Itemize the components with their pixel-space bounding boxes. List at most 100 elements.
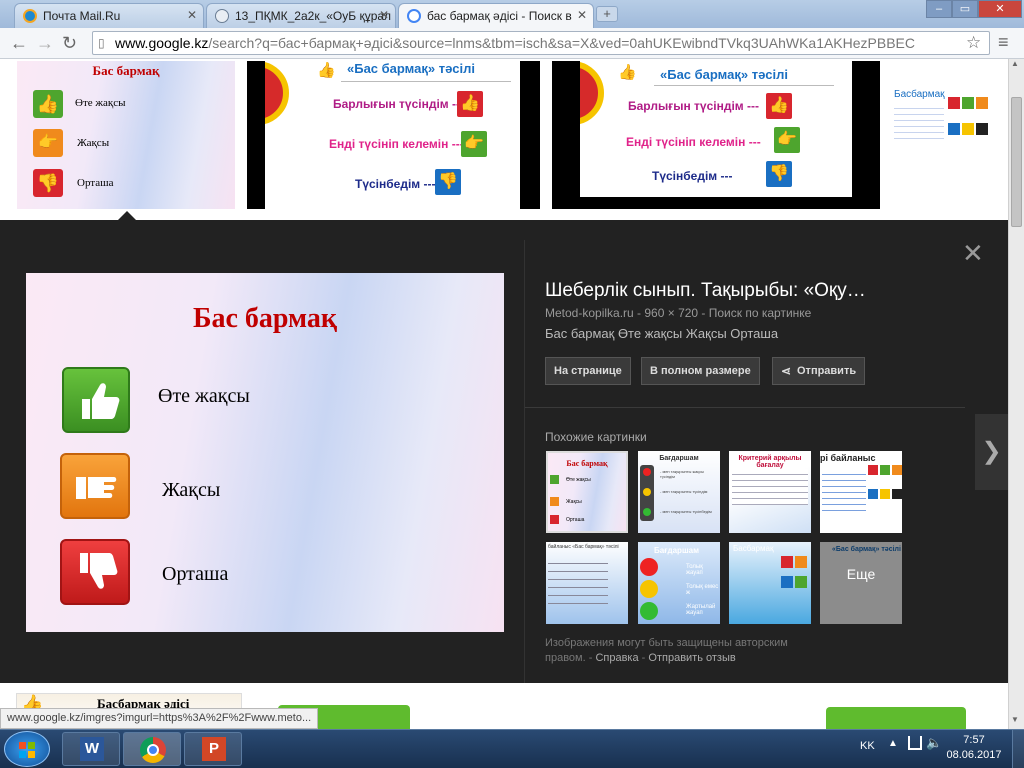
thumbs-up-icon	[62, 367, 130, 433]
thumb-title: Бас бармақ	[92, 63, 160, 78]
thumb-title: «Бас бармақ» тәсілі	[347, 61, 476, 76]
taskbar-chrome[interactable]	[123, 732, 181, 766]
thumbs-down-icon: 👎	[435, 169, 461, 195]
clock-date: 08.06.2017	[946, 749, 1002, 761]
result-thumbnail[interactable]	[826, 707, 966, 729]
thumb-row: Барлығын түсіндім ---	[628, 99, 759, 113]
tab-title: 13_ПҚМК_2а2к_«ОуБ құрал	[235, 9, 392, 23]
close-icon[interactable]: ✕	[379, 8, 389, 22]
status-bar-url: www.google.kz/imgres?imgurl=https%3A%2F%…	[0, 708, 319, 729]
new-tab-button[interactable]: +	[596, 6, 618, 22]
slide-title: Бас бармақ	[192, 303, 338, 334]
slide-item: Жақсы	[162, 479, 221, 501]
menu-icon[interactable]: ≡	[998, 32, 1009, 53]
result-thumbnail[interactable]: 👍 «Бас бармақ» тәсілі Барлығын түсіндім …	[552, 61, 880, 209]
scroll-up-icon[interactable]: ▲	[1011, 59, 1019, 68]
thumb-row: Жақсы	[77, 137, 110, 149]
thumb-sideways-icon: 👉	[33, 129, 63, 157]
thumbs-up-icon: 👍	[766, 93, 792, 119]
preview-title[interactable]: Шеберлік сынып. Тақырыбы: «Оқу…	[545, 280, 945, 302]
tray-arrow-icon[interactable]: ▲	[888, 738, 898, 749]
forward-icon[interactable]: →	[36, 33, 54, 54]
word-icon: W	[80, 737, 104, 761]
similar-image[interactable]: Басбармақ	[729, 542, 811, 624]
start-button[interactable]	[4, 731, 50, 767]
thumb-title: «Бас бармақ» тәсілі	[660, 67, 789, 82]
windows-taskbar: W P KK ▲ 🔈 7:57 08.06.2017	[0, 729, 1024, 768]
similar-image[interactable]: рі байланыс	[820, 451, 902, 533]
scroll-thumb[interactable]	[1011, 97, 1022, 227]
similar-row: - мен тақырыпты жақсы түсіндім	[660, 469, 704, 479]
browser-toolbar: ← → ↻ ▯ www.google.kz/search?q=бас+бармақ…	[0, 28, 1024, 59]
bookmark-star-icon[interactable]: ☆	[966, 33, 981, 53]
help-link[interactable]: Справка	[595, 652, 638, 664]
thumb-sideways-icon	[60, 453, 130, 519]
close-icon[interactable]: ✕	[577, 8, 587, 22]
feedback-link[interactable]: Отправить отзыв	[648, 652, 735, 664]
similar-row: Жақсы	[566, 499, 582, 505]
hand-icon: 👍	[618, 64, 637, 81]
similar-title: байланыс «Бас бармақ» тәсілі	[548, 544, 619, 550]
hand-icon: 👍	[317, 62, 336, 79]
result-thumbnail[interactable]: 👍 «Бас бармақ» тәсілі Барлығын түсіндім …	[247, 61, 540, 209]
tab-document[interactable]: 13_ПҚМК_2а2к_«ОуБ құрал ✕	[206, 3, 396, 28]
result-thumbnail[interactable]: Бас бармақ 👍 Өте жақсы 👉 Жақсы 👎 Орташа	[17, 61, 235, 209]
image-results-row: Бас бармақ 👍 Өте жақсы 👉 Жақсы 👎 Орташа …	[0, 59, 1008, 220]
close-icon[interactable]: ✕	[187, 8, 197, 22]
similar-title: Басбармақ	[733, 544, 774, 553]
tab-title: Почта Mail.Ru	[43, 9, 121, 23]
powerpoint-icon: P	[202, 737, 226, 761]
similar-image[interactable]: Бағдаршам Толық жауап Толық емес ж Жарты…	[638, 542, 720, 624]
taskbar-powerpoint[interactable]: P	[184, 732, 242, 766]
scroll-down-icon[interactable]: ▼	[1011, 715, 1019, 724]
thumb-row: Түсінбедім ---	[652, 169, 733, 183]
more-images-link[interactable]: Еще	[820, 566, 902, 582]
clock-time: 7:57	[963, 734, 985, 746]
similar-image[interactable]: «Бас бармақ» тәсілі Еще	[820, 542, 902, 624]
image-preview-panel: Бас бармақ Өте жақсы Жақсы Орташа Шеберл…	[0, 220, 1008, 683]
thumbs-up-icon: 👍	[457, 91, 483, 117]
language-indicator[interactable]: KK	[860, 740, 875, 752]
preview-meta[interactable]: Metod-kopilka.ru - 960 × 720 - Поиск по …	[545, 306, 811, 320]
similar-row: - мен тақырыпты түсіндім	[660, 489, 708, 494]
similar-image[interactable]: Бағдаршам - мен тақырыпты жақсы түсіндім…	[638, 451, 720, 533]
reload-icon[interactable]: ↻	[62, 33, 77, 54]
thumb-row: Енді түсініп келемін ---	[626, 135, 761, 149]
similar-title: Бағдаршам	[654, 546, 699, 555]
volume-icon[interactable]: 🔈	[926, 735, 942, 751]
thumb-row: Барлығын түсіндім ---	[333, 97, 464, 111]
mail-ru-icon	[23, 9, 37, 23]
slide-item: Өте жақсы	[158, 385, 250, 407]
similar-image[interactable]: Критерий арқылы бағалау	[729, 451, 811, 533]
thumbs-down-icon: 👎	[766, 161, 792, 187]
visit-page-button[interactable]: На странице	[545, 357, 631, 385]
show-desktop-button[interactable]	[1012, 730, 1024, 768]
share-button[interactable]: ⋖ Отправить	[772, 357, 866, 385]
similar-image[interactable]: Бас бармақ Өте жақсы Жақсы Орташа	[546, 451, 628, 533]
preview-image[interactable]: Бас бармақ Өте жақсы Жақсы Орташа	[26, 273, 504, 632]
taskbar-word[interactable]: W	[62, 732, 120, 766]
thumb-row: Түсінбедім ---	[355, 177, 436, 191]
slide-item: Орташа	[162, 563, 229, 585]
scrollbar[interactable]: ▲ ▼	[1008, 59, 1024, 729]
tab-google-search[interactable]: бас бармақ әдісі - Поиск в ✕	[398, 3, 594, 28]
clock[interactable]: 7:57 08.06.2017	[944, 733, 1004, 763]
page-icon: ▯	[98, 36, 105, 50]
maximize-button[interactable]: ▭	[952, 0, 978, 18]
network-icon[interactable]	[908, 736, 922, 750]
result-thumbnail[interactable]: Басбармақ	[892, 61, 1008, 209]
minimize-button[interactable]: –	[926, 0, 952, 18]
similar-image[interactable]: байланыс «Бас бармақ» тәсілі	[546, 542, 628, 624]
tab-mail[interactable]: Почта Mail.Ru ✕	[14, 3, 204, 28]
address-bar[interactable]: ▯ www.google.kz/search?q=бас+бармақ+әдісі…	[92, 31, 990, 55]
back-icon[interactable]: ←	[10, 33, 28, 54]
thumb-row: Өте жақсы	[75, 97, 126, 109]
similar-row: Толық жауап	[686, 564, 703, 576]
next-image-button[interactable]: ❯	[975, 414, 1008, 490]
similar-images-label[interactable]: Похожие картинки	[545, 430, 647, 444]
view-full-size-button[interactable]: В полном размере	[641, 357, 760, 385]
close-preview-icon[interactable]: ✕	[962, 240, 984, 266]
thumb-sideways-icon: 👉	[774, 127, 800, 153]
window-close-button[interactable]: ✕	[978, 0, 1022, 18]
thumb-row: Енді түсініп келемін ---	[329, 137, 464, 151]
